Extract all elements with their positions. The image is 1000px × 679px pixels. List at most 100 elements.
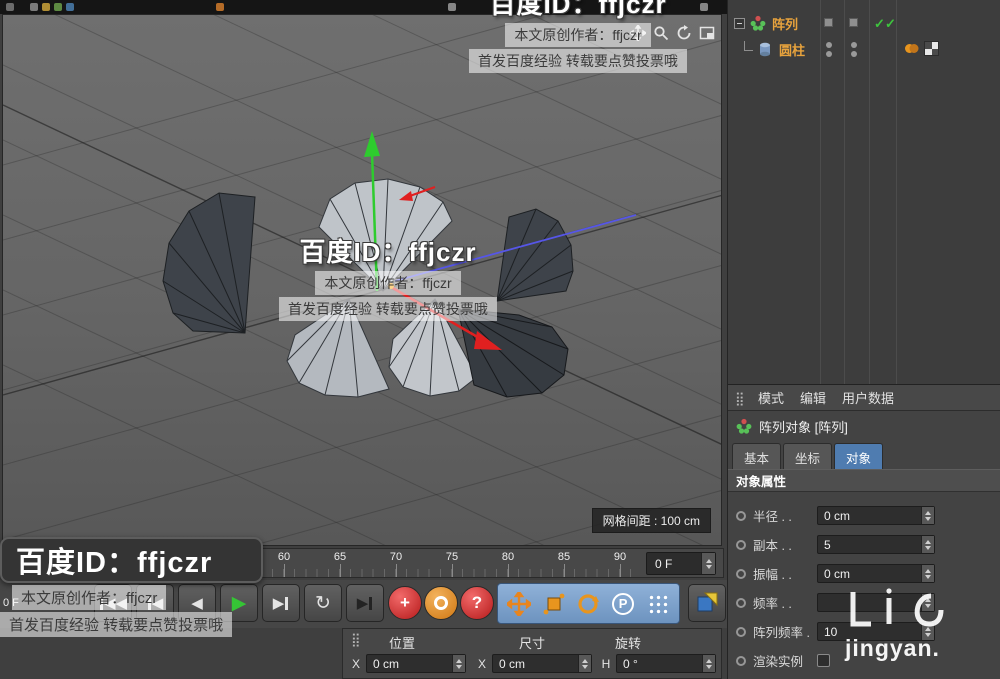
rotation-header: 旋转 [615, 636, 642, 651]
prop-row-array-frequency: 阵列频率 . 10 [728, 617, 1000, 646]
tab-basic[interactable]: 基本 [732, 443, 782, 469]
section-object-properties[interactable]: 对象属性 [728, 469, 1000, 492]
frequency-field[interactable] [817, 593, 935, 612]
texture-tag-icon[interactable] [924, 41, 939, 56]
pan-view-icon[interactable] [629, 24, 646, 41]
next-frame-button[interactable]: ▶ [262, 584, 300, 622]
rotate-view-icon[interactable] [675, 24, 692, 41]
expand-toggle-icon[interactable] [734, 17, 745, 29]
key-rotation-toggle[interactable] [573, 589, 603, 619]
visibility-dots[interactable] [826, 42, 832, 57]
record-keyframe-button[interactable]: + [388, 586, 422, 620]
position-header: 位置 [389, 636, 416, 651]
goto-start-button[interactable]: ◀◀ [94, 584, 132, 622]
copies-field[interactable]: 5 [817, 535, 935, 554]
stepper[interactable] [921, 565, 934, 582]
keyframe-ring-icon[interactable] [736, 510, 746, 521]
prop-row-amplitude: 振幅 . . 0 cm [728, 559, 1000, 588]
rotation-h-field[interactable]: 0 ° [616, 654, 716, 673]
viewport-nav [629, 24, 715, 41]
layer-toggle[interactable] [849, 18, 858, 27]
stepper[interactable] [701, 553, 715, 574]
layer-toggle[interactable] [824, 18, 833, 27]
stepper[interactable] [921, 536, 934, 553]
help-button[interactable]: ? [460, 586, 494, 620]
attribute-title: 阵列对象 [阵列] [728, 411, 1000, 441]
scene-canvas[interactable] [3, 15, 722, 545]
visibility-dots[interactable] [851, 42, 857, 57]
field-value: 10 [824, 624, 838, 639]
tree-branch-icon [744, 41, 753, 51]
mesh-fan-front-left [286, 298, 390, 398]
viewport-3d[interactable]: 网格间距 : 100 cm [2, 14, 722, 546]
field-value: 0 ° [623, 656, 638, 671]
menu-icon [30, 3, 38, 11]
attribute-title-text: 阵列对象 [阵列] [759, 419, 848, 435]
stepper[interactable] [921, 623, 934, 640]
array-object-icon [750, 15, 766, 31]
origin-handle[interactable] [388, 283, 394, 289]
keyframe-ring-icon[interactable] [736, 626, 746, 637]
zoom-view-icon[interactable] [652, 24, 669, 41]
enabled-check-icon[interactable]: ✓ [885, 17, 896, 30]
stepper[interactable] [921, 507, 934, 524]
tick-label: 85 [557, 551, 571, 563]
current-frame-field[interactable]: 0 F [3, 597, 19, 609]
field-value: 0 cm [824, 566, 851, 581]
frame-number-field[interactable]: 0 F [646, 552, 716, 575]
object-manager[interactable]: 阵列 ✓ ✓ 圆柱 [728, 0, 1000, 384]
field-value: 0 cm [499, 656, 526, 671]
prop-row-render-instances: 渲染实例 [728, 646, 1000, 675]
enabled-check-icon[interactable]: ✓ [874, 17, 885, 30]
object-row-cylinder[interactable]: 圆柱 [728, 36, 1000, 62]
keyframe-ring-icon[interactable] [736, 655, 746, 666]
keyframe-ring-icon[interactable] [736, 597, 746, 608]
key-pla-toggle[interactable] [643, 589, 673, 619]
coordinates-manager: ⣿ 位置 尺寸 旋转 X 0 cm X 0 cm H 0 ° [342, 628, 722, 679]
coordinate-system-button[interactable] [688, 584, 726, 622]
tab-coordinates[interactable]: 坐标 [783, 443, 833, 469]
menubar-clipped [0, 0, 727, 14]
goto-next-key-button[interactable]: ▶ [346, 584, 384, 622]
object-label[interactable]: 阵列 [772, 14, 798, 33]
mesh-fan-front-right [457, 308, 569, 398]
parameter-glyph: P [612, 592, 635, 615]
radius-field[interactable]: 0 cm [817, 506, 935, 525]
key-position-toggle[interactable] [504, 589, 534, 619]
stepper[interactable] [702, 655, 715, 672]
menu-icon [216, 3, 224, 11]
object-label[interactable]: 圆柱 [779, 40, 805, 59]
material-tag-icon[interactable] [904, 41, 919, 56]
array-frequency-field[interactable]: 10 [817, 622, 935, 641]
autokey-button[interactable] [424, 586, 458, 620]
keyframe-ring-icon[interactable] [736, 539, 746, 550]
key-parameter-toggle[interactable]: P [608, 589, 638, 619]
position-x-field[interactable]: 0 cm [366, 654, 466, 673]
stepper[interactable] [452, 655, 465, 672]
play-button[interactable]: ▶ [220, 584, 258, 622]
stepper[interactable] [578, 655, 591, 672]
object-row-array[interactable]: 阵列 ✓ ✓ [728, 10, 1000, 36]
stepper[interactable] [921, 594, 934, 611]
key-scale-toggle[interactable] [539, 589, 569, 619]
timeline-ruler[interactable]: 60 65 70 75 80 85 90 [3, 549, 641, 577]
previous-frame-button[interactable]: ◀ [178, 584, 216, 622]
tick-label: 60 [277, 551, 291, 563]
loop-playback-button[interactable]: ↻ [304, 584, 342, 622]
maximize-view-icon[interactable] [698, 24, 715, 41]
rotation-h-group: H 0 ° [601, 654, 716, 673]
menu-mode[interactable]: 模式 [758, 388, 784, 407]
prop-label: 半径 . . [753, 510, 792, 524]
keyframe-ring-icon[interactable] [736, 568, 746, 579]
size-x-field[interactable]: 0 cm [492, 654, 592, 673]
mesh-fan-left [162, 192, 256, 334]
amplitude-field[interactable]: 0 cm [817, 564, 935, 583]
menu-edit[interactable]: 编辑 [800, 388, 826, 407]
menu-icon [6, 3, 14, 11]
menu-userdata[interactable]: 用户数据 [842, 388, 894, 407]
previous-key-button[interactable]: ◀ [136, 584, 174, 622]
tab-object[interactable]: 对象 [834, 443, 884, 469]
render-instances-checkbox[interactable] [817, 654, 830, 667]
size-header: 尺寸 [519, 636, 546, 651]
menu-icon [700, 3, 708, 11]
